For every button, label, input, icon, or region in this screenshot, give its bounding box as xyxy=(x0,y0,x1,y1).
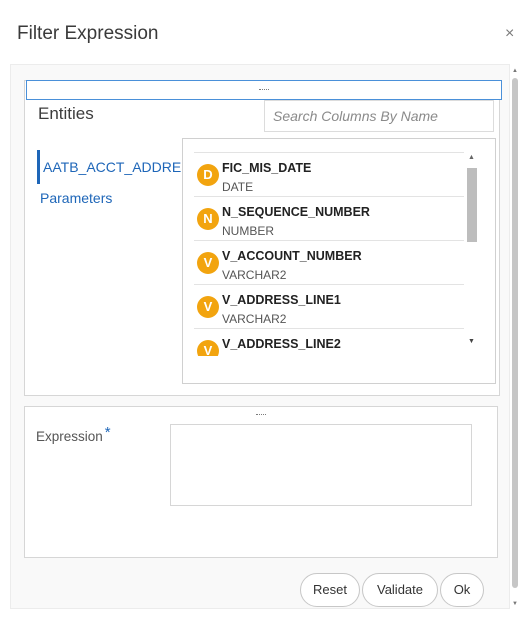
scroll-down-arrow-icon[interactable]: ▼ xyxy=(512,601,518,607)
scrollbar-thumb[interactable] xyxy=(512,78,518,588)
list-item[interactable]: D FIC_MIS_DATE DATE xyxy=(194,153,464,197)
entity-item-parameters[interactable]: Parameters xyxy=(40,190,112,206)
column-name: V_ADDRESS_LINE1 xyxy=(222,293,341,307)
datatype-badge-icon: N xyxy=(197,208,219,230)
validate-button[interactable]: Validate xyxy=(362,573,438,607)
top-panel-splitter[interactable] xyxy=(26,80,502,100)
column-name: FIC_MIS_DATE xyxy=(222,161,312,175)
column-type: VARCHAR2 xyxy=(222,268,287,282)
dialog-title: Filter Expression xyxy=(17,23,159,44)
splitter-grip-icon xyxy=(259,89,269,90)
expression-label-text: Expression xyxy=(36,429,103,444)
datatype-badge-icon: V xyxy=(197,340,219,356)
entity-item-aatb-acct-address[interactable]: AATB_ACCT_ADDRESS xyxy=(37,150,183,184)
expression-label: Expression * xyxy=(36,424,111,445)
columns-list[interactable]: D FIC_MIS_DATE DATE N N_SEQUENCE_NUMBER … xyxy=(194,152,464,356)
dialog-header: Filter Expression × xyxy=(0,0,518,62)
list-item[interactable]: V V_ADDRESS_LINE2 xyxy=(194,329,464,356)
datatype-badge-icon: V xyxy=(197,296,219,318)
scroll-up-arrow-icon[interactable]: ▲ xyxy=(512,68,518,74)
datatype-badge-icon: V xyxy=(197,252,219,274)
datatype-badge-icon: D xyxy=(197,164,219,186)
columns-scrollbar[interactable]: ▲ ▼ xyxy=(466,152,478,356)
column-type: DATE xyxy=(222,180,254,194)
list-item[interactable]: V V_ACCOUNT_NUMBER VARCHAR2 xyxy=(194,241,464,285)
column-name: V_ACCOUNT_NUMBER xyxy=(222,249,362,263)
expression-textarea[interactable] xyxy=(170,424,472,506)
search-columns-input[interactable] xyxy=(264,100,494,132)
ok-button[interactable]: Ok xyxy=(440,573,484,607)
scroll-up-arrow-icon[interactable]: ▲ xyxy=(468,154,475,161)
splitter-grip-icon xyxy=(256,414,266,415)
column-name: N_SEQUENCE_NUMBER xyxy=(222,205,370,219)
list-item[interactable]: N N_SEQUENCE_NUMBER NUMBER xyxy=(194,197,464,241)
column-name: V_ADDRESS_LINE2 xyxy=(222,337,341,351)
scrollbar-thumb[interactable] xyxy=(467,168,477,242)
scroll-down-arrow-icon[interactable]: ▼ xyxy=(468,338,475,345)
list-item[interactable]: V V_ADDRESS_LINE1 VARCHAR2 xyxy=(194,285,464,329)
column-type: NUMBER xyxy=(222,224,275,238)
reset-button[interactable]: Reset xyxy=(300,573,360,607)
bottom-panel-splitter[interactable] xyxy=(24,406,498,420)
filter-expression-dialog: Filter Expression × ▲ ▼ Entities AATB_AC… xyxy=(0,0,518,619)
dialog-scrollbar[interactable]: ▲ ▼ xyxy=(512,66,518,611)
column-type: VARCHAR2 xyxy=(222,312,287,326)
entities-heading: Entities xyxy=(38,104,94,123)
required-asterisk: * xyxy=(104,424,111,441)
close-icon[interactable]: × xyxy=(505,26,514,42)
